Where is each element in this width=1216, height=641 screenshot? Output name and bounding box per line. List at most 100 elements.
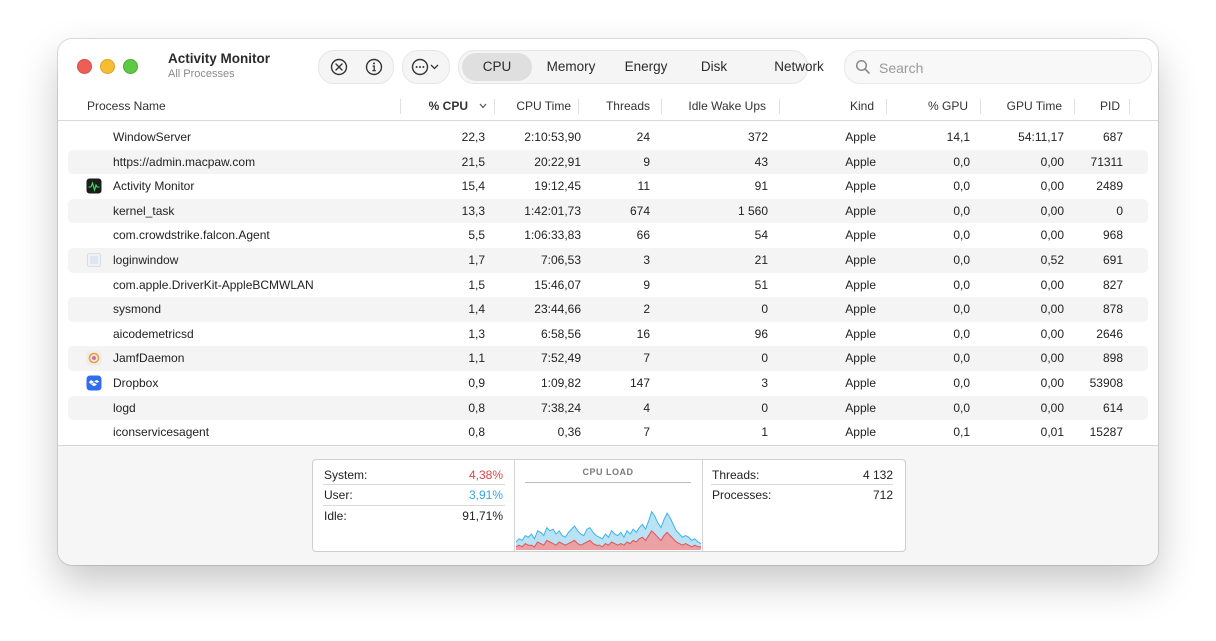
cell-kind: Apple — [845, 351, 876, 366]
cell-gpu-time: 0,00 — [1040, 228, 1064, 243]
table-row[interactable]: Dropbox 0,9 1:09,82 147 3 Apple 0,0 0,00 53908 — [68, 371, 1148, 396]
table-row[interactable]: com.apple.DriverKit-AppleBCMWLAN 1,5 15:46… — [68, 273, 1148, 298]
table-row[interactable]: com.crowdstrike.falcon.Agent 5,5 1:06:33,8… — [68, 223, 1148, 248]
cell-gpu-percent: 14,1 — [946, 130, 970, 144]
cell-kind: Apple — [845, 302, 876, 317]
table-row[interactable]: aicodemetricsd 1,3 6:58,56 16 96 Apple 0,0 0,00… — [68, 322, 1148, 347]
cell-cpu-percent: 0,8 — [468, 425, 485, 440]
column-process-name[interactable]: Process Name — [87, 93, 166, 120]
cell-gpu-time: 0,00 — [1040, 375, 1064, 390]
cell-gpu-time: 0,00 — [1040, 326, 1064, 341]
cell-idle-wake-ups: 91 — [754, 179, 768, 194]
cell-cpu-percent: 1,1 — [468, 351, 485, 366]
tab-cpu[interactable]: CPU — [462, 53, 532, 81]
tab-memory[interactable]: Memory — [537, 53, 605, 81]
tab-energy[interactable]: Energy — [612, 53, 680, 81]
cell-process-name: kernel_task — [113, 203, 175, 218]
cell-threads: 16 — [636, 326, 650, 341]
cell-pid: 687 — [1102, 130, 1123, 144]
tab-network[interactable]: Network — [761, 53, 837, 81]
cell-gpu-percent: 0,0 — [953, 400, 970, 415]
cell-cpu-percent: 1,7 — [468, 252, 485, 267]
cell-gpu-percent: 0,1 — [953, 425, 970, 440]
cell-cpu-percent: 1,5 — [468, 277, 485, 292]
column-gpu-percent[interactable]: % GPU — [908, 93, 968, 120]
cell-idle-wake-ups: 1 560 — [737, 203, 768, 218]
cell-cpu-time: 7:06,53 — [540, 252, 581, 267]
cell-gpu-percent: 0,0 — [953, 228, 970, 243]
cell-pid: 614 — [1102, 400, 1123, 415]
cell-gpu-percent: 0,0 — [953, 277, 970, 292]
table-row[interactable]: WindowServer 22,3 2:10:53,90 24 372 Apple 14,1… — [68, 125, 1148, 150]
table-row[interactable]: sysmond 1,4 23:44,66 2 0 Apple 0,0 0,00 878 — [68, 297, 1148, 322]
processes-value: 712 — [872, 488, 893, 502]
cell-idle-wake-ups: 0 — [761, 302, 768, 317]
cell-idle-wake-ups: 43 — [754, 154, 768, 169]
table-row[interactable]: loginwindow 1,7 7:06,53 3 21 Apple 0,0 0,52 691 — [68, 247, 1148, 273]
cell-pid: 0 — [1116, 203, 1123, 218]
cell-process-name: https://admin.macpaw.com — [113, 154, 256, 169]
cell-cpu-percent: 5,5 — [468, 228, 485, 243]
close-window-button[interactable] — [77, 59, 92, 74]
column-gpu-time[interactable]: GPU Time — [983, 93, 1062, 120]
cell-kind: Apple — [845, 252, 876, 267]
threads-label: Threads: — [712, 468, 760, 482]
cell-threads: 11 — [637, 179, 650, 194]
table-row[interactable]: kernel_task 13,3 1:42:01,73 674 1 560 Apple 0,… — [68, 198, 1148, 224]
cell-gpu-percent: 0,0 — [953, 252, 970, 267]
cell-idle-wake-ups: 51 — [754, 277, 768, 292]
cell-threads: 7 — [643, 425, 650, 440]
cell-gpu-time: 0,00 — [1040, 302, 1064, 317]
panel-separator — [702, 460, 703, 551]
cell-threads: 24 — [636, 130, 650, 144]
table-row[interactable]: Activity Monitor 15,4 19:12,45 11 91 Apple 0,0… — [68, 174, 1148, 199]
column-separator — [1074, 99, 1075, 114]
table-row[interactable]: JamfDaemon 1,1 7:52,49 7 0 Apple 0,0 0,00 898 — [68, 346, 1148, 371]
sort-descending-icon — [479, 103, 487, 109]
cell-cpu-time: 23:44,66 — [534, 302, 581, 317]
cell-threads: 2 — [643, 302, 650, 317]
cell-idle-wake-ups: 54 — [754, 228, 768, 243]
cell-gpu-time: 0,00 — [1040, 179, 1064, 194]
column-cpu-percent[interactable]: % CPU — [418, 93, 468, 120]
cell-pid: 2646 — [1096, 326, 1123, 341]
system-value: 4,38% — [468, 468, 503, 482]
cell-gpu-percent: 0,0 — [953, 203, 970, 218]
search-field[interactable] — [844, 50, 1152, 84]
column-kind[interactable]: Kind — [818, 93, 874, 120]
cell-threads: 66 — [636, 228, 650, 243]
table-header: Process Name % CPU CPU Time Threads Idle… — [58, 93, 1158, 121]
cell-cpu-time: 0,36 — [557, 425, 581, 440]
cell-process-name: logd — [113, 400, 136, 415]
column-separator — [578, 99, 579, 114]
table-row[interactable]: logd 0,8 7:38,24 4 0 Apple 0,0 0,00 614 — [68, 395, 1148, 421]
cell-pid: 2489 — [1096, 179, 1123, 194]
threads-value: 4 132 — [862, 468, 893, 482]
column-threads[interactable]: Threads — [582, 93, 650, 120]
tab-disk[interactable]: Disk — [689, 53, 739, 81]
more-actions-menu[interactable] — [402, 50, 450, 84]
column-cpu-time[interactable]: CPU Time — [498, 93, 571, 120]
column-separator — [1129, 99, 1130, 114]
inspect-process-button[interactable] — [363, 56, 385, 78]
cell-gpu-time: 0,01 — [1040, 425, 1064, 440]
column-pid[interactable]: PID — [1078, 93, 1120, 120]
table-row[interactable]: iconservicesagent 0,8 0,36 7 1 Apple 0,1 0,01 15… — [68, 420, 1148, 445]
jamf-icon — [86, 350, 102, 366]
cell-kind: Apple — [845, 179, 876, 194]
minimize-window-button[interactable] — [100, 59, 115, 74]
idle-value: 91,71% — [462, 509, 503, 523]
cell-idle-wake-ups: 0 — [761, 351, 768, 366]
search-input[interactable] — [877, 57, 1141, 79]
stop-process-button[interactable] — [328, 56, 350, 78]
process-actions-group — [318, 50, 394, 84]
column-idle-wake-ups[interactable]: Idle Wake Ups — [668, 93, 766, 120]
zoom-window-button[interactable] — [123, 59, 138, 74]
cell-cpu-percent: 21,5 — [461, 154, 485, 169]
cell-gpu-time: 0,00 — [1040, 277, 1064, 292]
cell-cpu-percent: 22,3 — [461, 130, 485, 144]
search-icon — [855, 59, 870, 74]
cell-cpu-percent: 1,4 — [468, 302, 485, 317]
table-row[interactable]: https://admin.macpaw.com 21,5 20:22,91 9 43 A… — [68, 149, 1148, 175]
cell-idle-wake-ups: 96 — [754, 326, 768, 341]
